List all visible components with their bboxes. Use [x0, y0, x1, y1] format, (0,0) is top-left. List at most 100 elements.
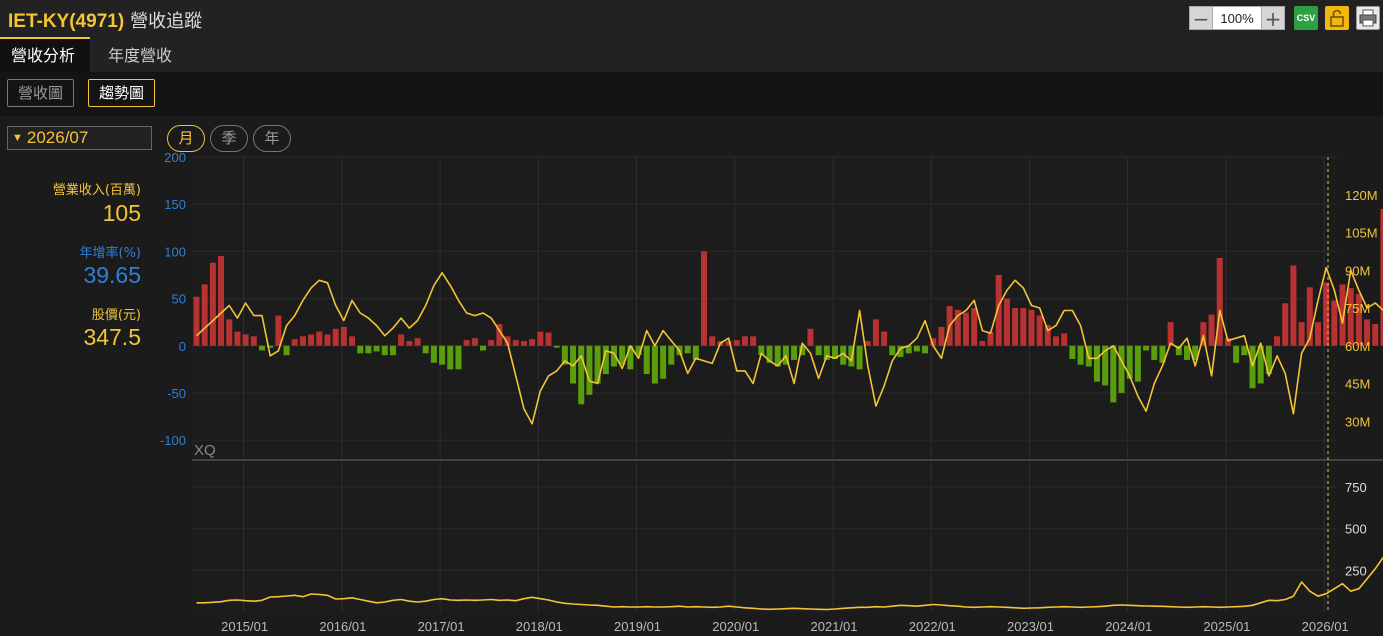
- revenue-tick-label: 120M: [1345, 188, 1378, 203]
- yoy-bar: [389, 345, 396, 356]
- yoy-bar: [520, 341, 527, 346]
- yoy-bar: [1126, 345, 1133, 379]
- yoy-bar: [881, 331, 888, 346]
- yoy-bar: [488, 340, 495, 346]
- yoy-bar: [234, 331, 241, 346]
- yoy-bar: [733, 340, 740, 346]
- revenue-tick-label: 45M: [1345, 377, 1370, 392]
- yoy-bar: [201, 284, 208, 346]
- yoy-bar: [471, 338, 478, 346]
- yoy-bar: [193, 296, 200, 346]
- yoy-bar: [1003, 298, 1010, 346]
- x-tick-label: 2021/01: [811, 619, 858, 634]
- yoy-bar: [480, 345, 487, 351]
- yoy-bar: [1020, 308, 1027, 346]
- yoy-bar: [357, 345, 364, 354]
- yoy-bar: [365, 345, 372, 354]
- x-tick-label: 2015/01: [221, 619, 268, 634]
- yoy-bar: [962, 312, 969, 346]
- x-tick-label: 2022/01: [909, 619, 956, 634]
- yoy-bar: [1233, 345, 1240, 363]
- yoy-bar: [807, 328, 814, 346]
- x-tick-label: 2025/01: [1203, 619, 1250, 634]
- main-plot-area: [192, 157, 1337, 459]
- revenue-tick-label: 30M: [1345, 414, 1370, 429]
- yoy-bar: [218, 256, 225, 346]
- yoy-bar: [373, 345, 380, 352]
- yoy-bar: [316, 331, 323, 346]
- yoy-bar: [1118, 345, 1125, 393]
- watermark: XQ: [194, 442, 216, 459]
- yoy-bar: [422, 345, 429, 354]
- yoy-bar: [1061, 333, 1068, 346]
- revenue-tick-label: 60M: [1345, 339, 1370, 354]
- x-tick-label: 2026/01: [1302, 619, 1349, 634]
- x-tick-label: 2020/01: [712, 619, 759, 634]
- yoy-tick-label: 100: [164, 244, 186, 259]
- yoy-bar: [709, 336, 716, 346]
- revenue-tick-label: 105M: [1345, 226, 1378, 241]
- yoy-bar: [349, 336, 356, 346]
- yoy-bar: [1143, 345, 1150, 351]
- yoy-bar: [586, 345, 593, 395]
- yoy-bar: [668, 345, 675, 365]
- yoy-bar: [701, 251, 708, 346]
- x-tick-label: 2024/01: [1105, 619, 1152, 634]
- yoy-bar: [430, 345, 437, 363]
- yoy-bar: [381, 345, 388, 356]
- yoy-bar: [1077, 345, 1084, 365]
- yoy-bar: [1372, 324, 1379, 346]
- yoy-tick-label: -50: [167, 386, 186, 401]
- yoy-bar: [1249, 345, 1256, 389]
- yoy-bar: [291, 339, 298, 346]
- yoy-bar: [553, 345, 560, 348]
- yoy-bar: [1208, 314, 1215, 346]
- yoy-bar: [414, 338, 421, 346]
- yoy-bar: [340, 326, 347, 346]
- x-tick-label: 2016/01: [319, 619, 366, 634]
- yoy-bar: [815, 345, 822, 356]
- yoy-bar: [242, 334, 249, 346]
- yoy-bar: [1053, 336, 1060, 346]
- yoy-bar: [447, 345, 454, 370]
- yoy-bar: [651, 345, 658, 384]
- yoy-bar: [226, 319, 233, 346]
- yoy-bar: [332, 328, 339, 346]
- yoy-bar: [398, 334, 405, 346]
- x-tick-label: 2023/01: [1007, 619, 1054, 634]
- x-tick-label: 2017/01: [418, 619, 465, 634]
- yoy-bar: [1044, 324, 1051, 346]
- revenue-tick-label: 90M: [1345, 263, 1370, 278]
- yoy-bar: [1069, 345, 1076, 359]
- yoy-bar: [741, 336, 748, 346]
- yoy-bar: [1036, 315, 1043, 346]
- x-tick-label: 2018/01: [516, 619, 563, 634]
- x-tick-label: 2019/01: [614, 619, 661, 634]
- yoy-bar: [1290, 265, 1297, 346]
- yoy-bar: [1298, 322, 1305, 346]
- price-tick-label: 500: [1345, 522, 1367, 537]
- yoy-bar: [283, 345, 290, 356]
- revenue-tick-label: 75M: [1345, 301, 1370, 316]
- yoy-bar: [1110, 345, 1117, 403]
- yoy-bar: [938, 326, 945, 346]
- yoy-bar: [529, 339, 536, 346]
- yoy-bar: [643, 345, 650, 375]
- yoy-bar: [406, 341, 413, 346]
- yoy-bar: [545, 332, 552, 346]
- yoy-bar: [856, 345, 863, 370]
- yoy-bar: [1331, 300, 1338, 346]
- yoy-bar: [1167, 322, 1174, 346]
- yoy-bar: [258, 345, 265, 351]
- price-tick-label: 750: [1345, 480, 1367, 495]
- yoy-bar: [1282, 303, 1289, 346]
- yoy-bar: [913, 345, 920, 352]
- yoy-bar: [1093, 345, 1100, 382]
- yoy-tick-label: -100: [160, 433, 186, 448]
- yoy-bar: [872, 319, 879, 346]
- yoy-bar: [684, 345, 691, 354]
- yoy-bar: [209, 262, 216, 346]
- yoy-bar: [864, 341, 871, 346]
- yoy-tick-label: 0: [179, 339, 186, 354]
- yoy-bar: [1274, 336, 1281, 346]
